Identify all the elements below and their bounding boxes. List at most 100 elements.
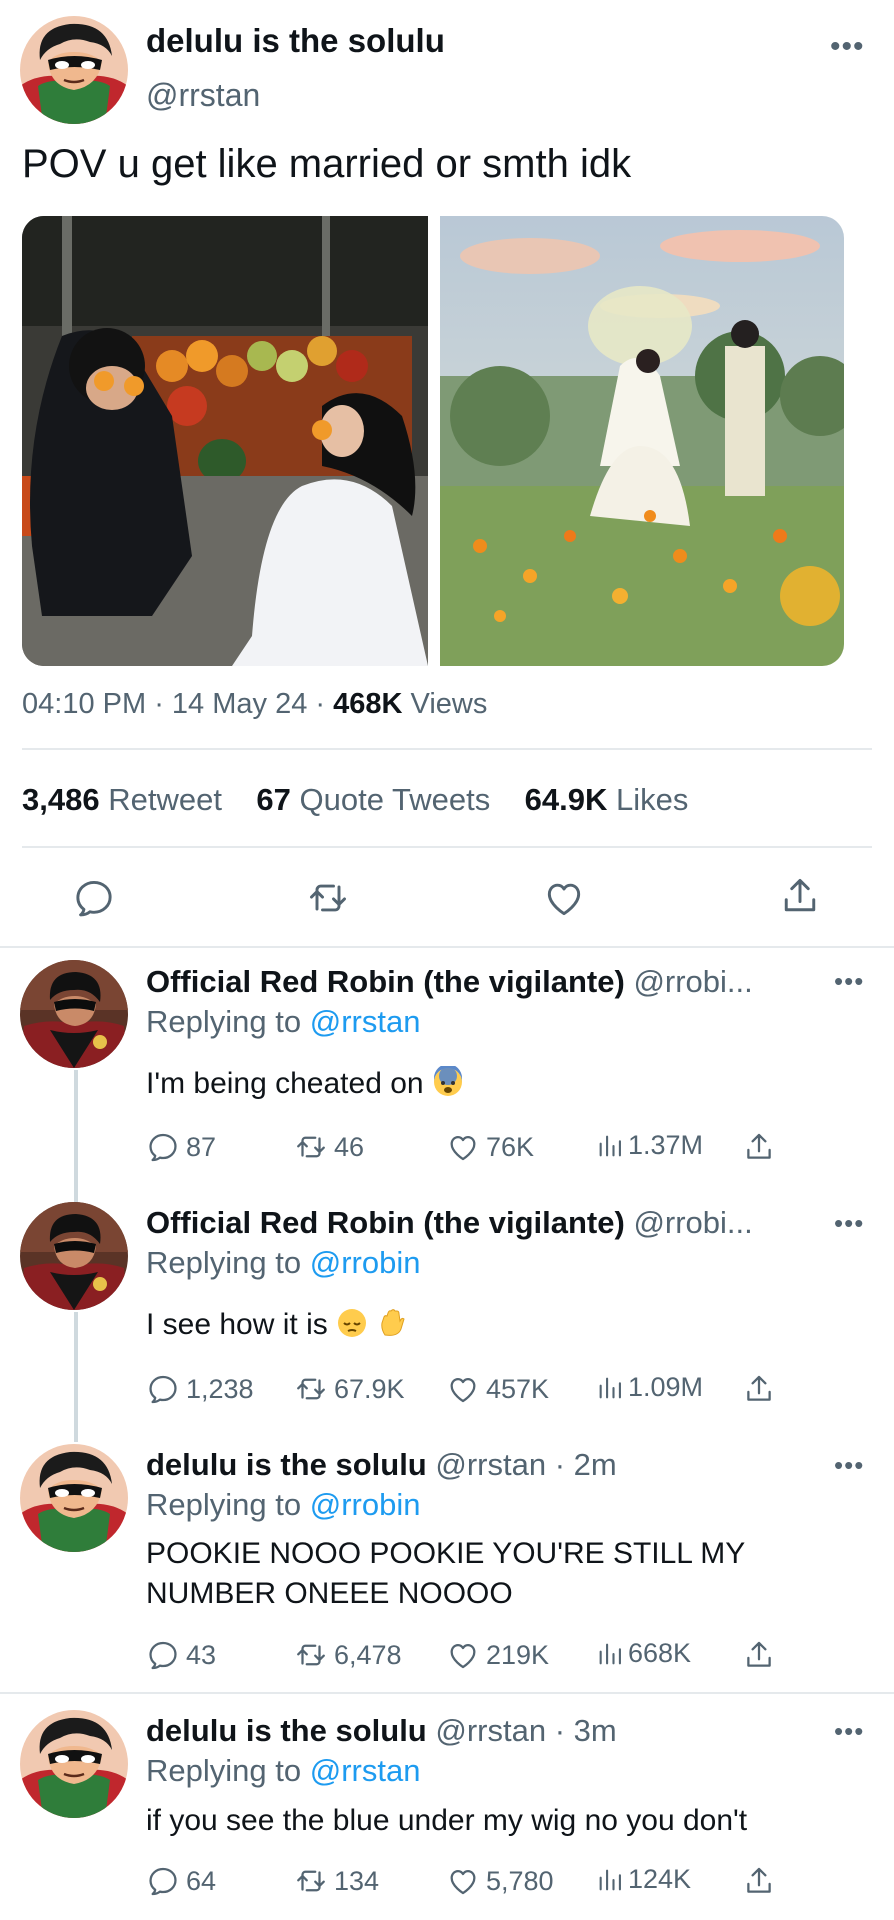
more-options-icon[interactable]: ••• <box>830 30 865 64</box>
reply-text-content: if you see the blue under my wig no you … <box>146 1804 748 1837</box>
views-icon <box>596 1132 624 1160</box>
reply-action-retweet[interactable]: 46 <box>294 1130 364 1164</box>
author-handle[interactable]: @rrstan <box>146 77 260 114</box>
reply-text: POOKIE NOOO POOKIE YOU'RE STILL MY NUMBE… <box>146 1534 846 1614</box>
reply-avatar[interactable] <box>20 1202 128 1310</box>
replying-to-link[interactable]: @rrstan <box>310 1004 421 1039</box>
reply-author-handle[interactable]: @rrobi... <box>633 964 752 999</box>
tweet-time[interactable]: 04:10 PM <box>22 688 146 720</box>
author-name[interactable]: delulu is the solulu <box>146 22 445 60</box>
like-icon <box>446 1864 480 1898</box>
retweet-icon <box>294 1372 328 1406</box>
reply-actions: 1,238 67.9K 457K 1.09M <box>146 1372 786 1412</box>
views-icon <box>596 1374 624 1402</box>
reply-author-name[interactable]: Official Red Robin (the vigilante) <box>146 964 625 999</box>
views-icon <box>596 1640 624 1668</box>
tweet-photo-2[interactable] <box>440 216 844 666</box>
reply-action-reply[interactable]: 1,238 <box>146 1372 254 1406</box>
reply-author-handle[interactable]: @rrobi... <box>633 1205 752 1240</box>
reply-text-content: I'm being cheated on <box>146 1067 424 1100</box>
retweet-icon <box>294 1130 328 1164</box>
more-options-icon[interactable]: ••• <box>834 1450 864 1481</box>
likes-stat[interactable]: 64.9K Likes <box>525 782 689 817</box>
reply-action-views[interactable]: 668K <box>596 1638 691 1669</box>
reply-avatar[interactable] <box>20 1444 128 1552</box>
tweet-photo-1[interactable] <box>22 216 428 666</box>
quotes-count: 67 <box>256 782 291 817</box>
like-icon <box>446 1638 480 1672</box>
reply-action-share[interactable] <box>742 1864 782 1898</box>
divider <box>22 748 872 750</box>
share-icon[interactable] <box>778 874 822 918</box>
reply-action-views[interactable]: 124K <box>596 1864 691 1895</box>
reply-header: delulu is the solulu @rrstan · 2m <box>146 1447 617 1483</box>
reply-icon[interactable] <box>72 876 116 920</box>
replying-prefix: Replying to <box>146 1004 302 1039</box>
retweets-count: 3,486 <box>22 782 100 817</box>
reply-action-reply[interactable]: 87 <box>146 1130 216 1164</box>
reply-action-views[interactable]: 1.37M <box>596 1130 703 1161</box>
reply-action-reply[interactable]: 43 <box>146 1638 216 1672</box>
reply-icon <box>146 1130 180 1164</box>
reply-action-like[interactable]: 457K <box>446 1372 549 1406</box>
reply-action-views[interactable]: 1.09M <box>596 1372 703 1403</box>
replying-to-link[interactable]: @rrobin <box>310 1487 421 1522</box>
share-icon <box>742 1638 776 1672</box>
replying-to: Replying to @rrobin <box>146 1487 420 1523</box>
reply-action-like[interactable]: 219K <box>446 1638 549 1672</box>
reply-avatar[interactable] <box>20 1710 128 1818</box>
reply-action-retweet[interactable]: 6,478 <box>294 1638 402 1672</box>
reply-action-retweet[interactable]: 134 <box>294 1864 379 1898</box>
reply-text: if you see the blue under my wig no you … <box>146 1801 846 1841</box>
thread-line <box>74 1070 78 1204</box>
more-options-icon[interactable]: ••• <box>834 1716 864 1747</box>
views-label: Views <box>410 688 488 720</box>
reply-avatar[interactable] <box>20 960 128 1068</box>
fearful-face-emoji <box>433 1066 462 1096</box>
retweets-stat[interactable]: 3,486 Retweet <box>22 782 222 817</box>
reply-text: I see how it is <box>146 1305 846 1345</box>
reply-author-name[interactable]: delulu is the solulu <box>146 1447 427 1482</box>
reply-author-handle[interactable]: @rrstan · 3m <box>435 1713 616 1748</box>
reply-author-handle[interactable]: @rrstan · 2m <box>435 1447 616 1482</box>
reply-actions: 43 6,478 219K 668K <box>146 1638 786 1678</box>
replying-to-link[interactable]: @rrstan <box>310 1753 421 1788</box>
retweet-icon[interactable] <box>306 876 350 920</box>
reply-header: Official Red Robin (the vigilante) @rrob… <box>146 1205 753 1241</box>
reply-author-name[interactable]: delulu is the solulu <box>146 1713 427 1748</box>
more-options-icon[interactable]: ••• <box>834 1208 864 1239</box>
views-count: 468K <box>333 688 403 720</box>
reply-action-reply[interactable]: 64 <box>146 1864 216 1898</box>
reply-action-share[interactable] <box>742 1638 782 1672</box>
reply-text-line: NUMBER ONEEE NOOOO <box>146 1577 513 1610</box>
reply-action-share[interactable] <box>742 1130 782 1164</box>
replying-to-link[interactable]: @rrobin <box>310 1245 421 1280</box>
tweet-media <box>22 216 844 666</box>
reply-actions: 64 134 5,780 124K <box>146 1864 786 1904</box>
replying-prefix: Replying to <box>146 1245 302 1280</box>
reply-icon <box>146 1372 180 1406</box>
more-options-icon[interactable]: ••• <box>834 966 864 997</box>
reply-text-line: POOKIE NOOO POOKIE YOU'RE STILL MY <box>146 1537 746 1570</box>
tweet-date[interactable]: 14 May 24 <box>172 688 307 720</box>
like-icon[interactable] <box>542 876 586 920</box>
replying-to: Replying to @rrstan <box>146 1004 420 1040</box>
reply-actions: 87 46 76K 1.37M <box>146 1130 786 1170</box>
quotes-stat[interactable]: 67 Quote Tweets <box>256 782 490 817</box>
views-icon <box>596 1866 624 1894</box>
reply-action-like[interactable]: 5,780 <box>446 1864 554 1898</box>
share-icon <box>742 1372 776 1406</box>
reply-icon <box>146 1864 180 1898</box>
replying-to: Replying to @rrobin <box>146 1245 420 1281</box>
reply-header: Official Red Robin (the vigilante) @rrob… <box>146 964 753 1000</box>
reply-icon <box>146 1638 180 1672</box>
author-avatar[interactable] <box>20 16 128 124</box>
reply-author-name[interactable]: Official Red Robin (the vigilante) <box>146 1205 625 1240</box>
reply-action-share[interactable] <box>742 1372 782 1406</box>
share-icon <box>742 1864 776 1898</box>
quotes-label: Quote Tweets <box>299 782 491 817</box>
retweet-icon <box>294 1864 328 1898</box>
reply-text: I'm being cheated on <box>146 1064 846 1104</box>
reply-action-retweet[interactable]: 67.9K <box>294 1372 405 1406</box>
reply-action-like[interactable]: 76K <box>446 1130 534 1164</box>
